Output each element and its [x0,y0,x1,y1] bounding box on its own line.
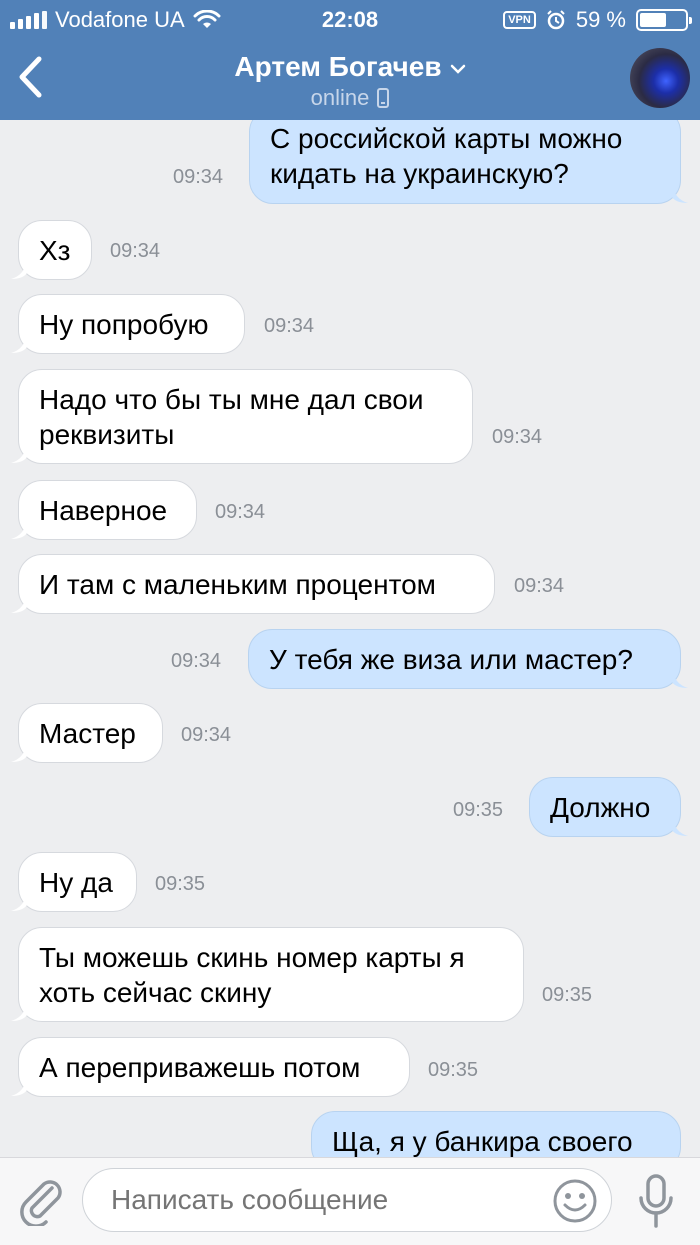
message-text: Ну да [39,867,113,898]
presence-status: online [310,85,370,110]
emoji-icon[interactable] [552,1178,598,1224]
contact-name: Артем Богачев [234,51,442,82]
bubble-tail [11,1076,27,1096]
message-text: Наверное [39,495,168,526]
battery-level [640,13,666,27]
message-text: Надо что бы ты мне дал свои реквизиты [39,384,424,450]
message-text: Хз [39,235,71,266]
message-time: 09:34 [181,724,232,746]
message-time: 09:34 [173,166,224,188]
bubble-tail [672,668,688,688]
message-text: А переприважешь потом [39,1052,361,1083]
message-text: Ты можешь скинь номер карты я хоть сейча… [39,942,465,1008]
chat-header: Vodafone UA 22:08 VPN 59 % Артем Богачев… [0,0,700,120]
bubble-tail [672,816,688,836]
chevron-left-icon [19,56,42,98]
message-input[interactable] [82,1168,612,1232]
message-text: И там с маленьким процентом [39,569,436,600]
paperclip-icon[interactable] [18,1176,64,1226]
message-text: Ща, я у банкира своего [332,1126,633,1157]
bubble-tail [11,891,27,911]
message-text: Мастер [39,718,136,749]
chevron-down-icon [450,64,465,74]
message-time: 09:34 [264,315,315,337]
message-time: 09:35 [428,1059,479,1081]
status-bar-right: VPN 59 % [503,7,692,33]
status-bar: Vodafone UA 22:08 VPN 59 % [0,0,700,40]
message-text: У тебя же виза или мастер? [269,644,633,675]
bubble-tail [11,259,27,279]
avatar[interactable] [630,48,690,108]
bubble-tail [11,519,27,539]
message-time: 09:34 [110,240,161,262]
bubble-tail [11,742,27,762]
message-time: 09:34 [492,426,543,448]
bubble-tail [11,443,27,463]
bubble-tail [11,593,27,613]
message-time: 09:34 [171,650,222,672]
mobile-icon [377,88,390,108]
chat-title[interactable]: Артем Богачев online [150,50,550,112]
bubble-tail [672,183,688,203]
microphone-icon[interactable] [636,1174,676,1230]
message-time: 09:35 [542,984,593,1006]
message-text: Ну попробую [39,309,209,340]
battery-percent: 59 % [575,7,626,32]
message-time: 09:35 [155,873,206,895]
message-time: 09:34 [514,575,565,597]
message-text: С российской карты можно кидать на украи… [270,123,623,189]
message-composer [0,1157,700,1245]
back-button[interactable] [10,52,50,102]
bubble-tail [11,1001,27,1021]
alarm-icon [547,10,565,30]
message-time: 09:35 [453,799,504,821]
message-time: 09:34 [215,501,266,523]
message-text: Должно [550,792,651,823]
vpn-badge: VPN [503,11,536,29]
message-list[interactable]: С российской карты можно кидать на украи… [0,120,700,1157]
battery-icon [636,9,692,31]
bubble-tail [11,333,27,353]
